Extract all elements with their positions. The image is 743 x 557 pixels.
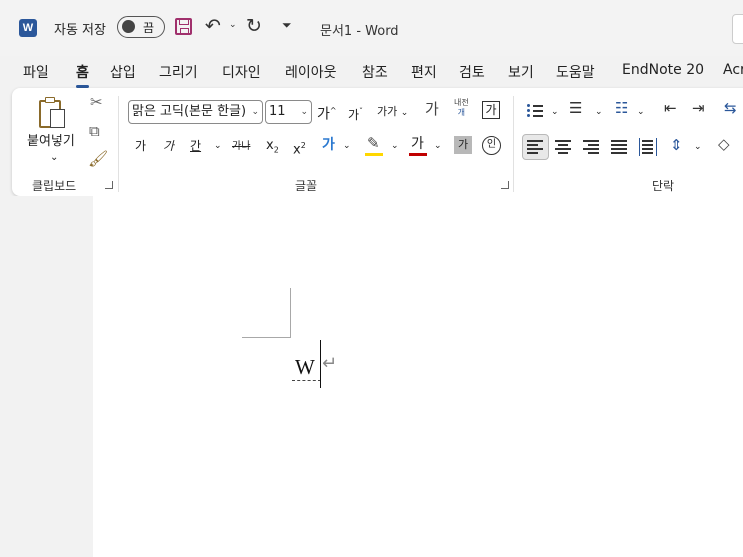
tab-insert[interactable]: 삽입: [110, 62, 136, 82]
asian-layout-icon[interactable]: ⇆: [724, 99, 737, 117]
strikethrough-button[interactable]: 가나: [232, 138, 250, 156]
tab-file[interactable]: 파일: [23, 62, 49, 82]
align-left-icon: [527, 140, 545, 154]
paragraph-group-label: 단락: [652, 179, 675, 193]
format-painter-icon[interactable]: 🖌: [88, 150, 108, 168]
clear-formatting-icon[interactable]: 가: [425, 100, 439, 118]
document-title: 문서1 - Word: [320, 24, 399, 39]
tab-help[interactable]: 도움말: [556, 62, 595, 82]
paragraph-mark-icon: ↵: [322, 353, 338, 374]
tab-references[interactable]: 참조: [362, 62, 388, 82]
decrease-indent-icon[interactable]: ⇤: [664, 99, 677, 117]
autosave-label: 자동 저장: [54, 23, 106, 38]
tab-review[interactable]: 검토: [459, 62, 485, 82]
underline-dropdown-icon[interactable]: ⌄: [214, 137, 222, 155]
align-right-icon[interactable]: [583, 140, 601, 154]
left-margin-area: [0, 196, 93, 557]
tab-home[interactable]: 홈: [76, 62, 89, 88]
cut-icon[interactable]: ✂: [90, 93, 103, 111]
ribbon-tabs: 파일 홈 삽입 그리기 디자인 레이아웃 참조 편지 검토 보기 도움말 End…: [0, 56, 743, 88]
text-cursor: [320, 340, 321, 388]
clipboard-group-label: 클립보드: [32, 179, 77, 193]
shrink-font-button[interactable]: 가ˇ: [348, 103, 363, 124]
text-effects-dropdown-icon[interactable]: ⌄: [343, 137, 351, 155]
font-color-bar: [409, 153, 427, 156]
redo-icon[interactable]: ↻: [246, 14, 262, 38]
numbering-dropdown-icon[interactable]: ⌄: [595, 103, 603, 121]
tab-endnote[interactable]: EndNote 20: [622, 62, 704, 78]
margin-corner-mark: [242, 337, 291, 338]
paste-icon[interactable]: [39, 97, 67, 129]
spelling-squiggle: [292, 380, 321, 381]
undo-dropdown-icon[interactable]: ⌄: [229, 20, 237, 30]
paste-dropdown-icon[interactable]: ⌄: [50, 149, 58, 167]
phonetic-guide-button[interactable]: 내전 개: [454, 98, 469, 118]
autosave-toggle[interactable]: 끔: [117, 16, 165, 38]
chevron-down-icon: ⌄: [300, 107, 308, 117]
multilevel-list-icon[interactable]: ☷: [615, 99, 628, 117]
sheet-shape: [50, 109, 65, 128]
undo-icon[interactable]: ↶: [205, 14, 221, 38]
change-case-button[interactable]: 가가 ⌄: [377, 103, 408, 122]
italic-button[interactable]: 가: [163, 137, 174, 155]
paragraph-shading-icon[interactable]: ◇: [718, 135, 730, 153]
customize-toolbar-icon[interactable]: ⏷: [282, 18, 292, 33]
highlight-dropdown-icon[interactable]: ⌄: [391, 137, 399, 155]
tab-acrobat[interactable]: Acr: [723, 62, 743, 78]
numbering-icon[interactable]: ☰: [569, 99, 582, 117]
font-color-dropdown-icon[interactable]: ⌄: [434, 137, 442, 155]
tab-layout[interactable]: 레이아웃: [285, 62, 337, 82]
chevron-down-icon: ⌄: [251, 107, 259, 117]
underline-button[interactable]: 간: [190, 137, 201, 155]
justify-icon[interactable]: [611, 140, 629, 154]
highlighter-icon[interactable]: ✎: [367, 134, 380, 152]
toggle-knob: [122, 20, 135, 33]
character-border-button[interactable]: 가: [482, 101, 500, 119]
line-spacing-dropdown-icon[interactable]: ⌄: [694, 138, 702, 156]
font-name-value: 맑은 고딕(본문 한글): [132, 104, 247, 119]
autosave-state: 끔: [143, 21, 155, 35]
clipboard-launcher-icon[interactable]: [105, 181, 113, 189]
enclose-characters-button[interactable]: 인: [482, 136, 501, 155]
document-page[interactable]: [93, 196, 743, 557]
character-shading-button[interactable]: 가: [454, 136, 472, 154]
distributed-icon[interactable]: [639, 138, 657, 156]
bold-button[interactable]: 가: [135, 137, 146, 155]
text-effects-button[interactable]: 가: [322, 136, 335, 154]
superscript-button[interactable]: x2: [293, 137, 306, 159]
line-spacing-icon[interactable]: ⇕: [670, 136, 683, 154]
bullets-icon[interactable]: [527, 104, 543, 118]
document-text[interactable]: W: [295, 355, 315, 380]
font-color-button[interactable]: 가: [411, 135, 424, 153]
tab-view[interactable]: 보기: [508, 62, 534, 82]
font-size-box[interactable]: 11 ⌄: [265, 100, 312, 124]
bullets-dropdown-icon[interactable]: ⌄: [551, 103, 559, 121]
font-name-box[interactable]: 맑은 고딕(본문 한글) ⌄: [128, 100, 263, 124]
font-size-value: 11: [269, 104, 286, 119]
font-launcher-icon[interactable]: [501, 181, 509, 189]
increase-indent-icon[interactable]: ⇥: [692, 99, 705, 117]
search-box-edge[interactable]: [732, 14, 743, 44]
align-center-icon[interactable]: [555, 140, 573, 154]
save-icon[interactable]: [175, 18, 192, 35]
grow-font-button[interactable]: 가^: [317, 102, 337, 124]
margin-corner-mark: [290, 288, 291, 337]
title-bar: W 자동 저장 끔 ↶ ⌄ ↻ ⏷ 문서1 - Word: [0, 0, 743, 56]
multilevel-dropdown-icon[interactable]: ⌄: [637, 103, 645, 121]
group-separator: [118, 96, 119, 192]
tab-design[interactable]: 디자인: [222, 62, 261, 82]
ribbon-panel: 붙여넣기 ⌄ ✂ ⧉ 🖌 클립보드 맑은 고딕(본문 한글) ⌄ 11 ⌄ 가^…: [12, 88, 743, 196]
group-separator: [513, 96, 514, 192]
tab-draw[interactable]: 그리기: [159, 62, 198, 82]
font-group-label: 글꼴: [295, 179, 318, 193]
clipboard-clip-shape: [45, 97, 55, 103]
subscript-button[interactable]: x2: [266, 137, 279, 160]
highlight-color-bar: [365, 153, 383, 156]
tab-mailings[interactable]: 편지: [411, 62, 437, 82]
copy-icon[interactable]: ⧉: [89, 122, 100, 140]
word-app-icon: W: [19, 19, 37, 37]
